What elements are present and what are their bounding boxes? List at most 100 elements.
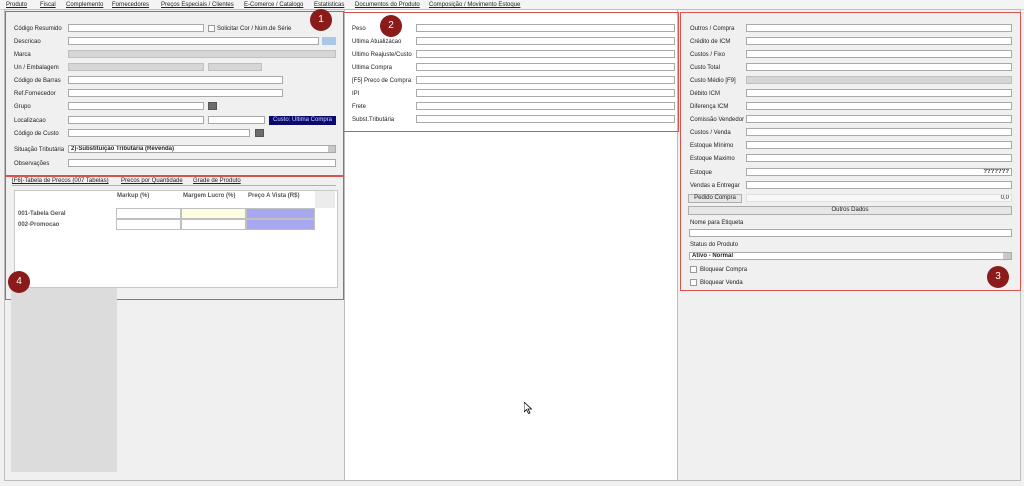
marca-input[interactable] <box>68 50 336 58</box>
frete-input[interactable] <box>416 102 675 110</box>
bloquear-venda-label: Bloquear Venda <box>700 280 743 286</box>
preco-compra-label: [F5] Preco de Compra <box>352 78 412 84</box>
status-produto-label: Status do Produto <box>690 242 739 248</box>
grupo-label: Grupo <box>14 104 31 110</box>
frete-label: Frete <box>352 104 367 110</box>
table-cell-markup-2[interactable] <box>116 219 181 230</box>
vendas-entregar-label: Vendas a Entregar <box>690 183 740 189</box>
table-row-label-1: 001-Tabela Geral <box>18 211 66 217</box>
marca-label: Marca <box>14 52 31 58</box>
custos-fixo-input[interactable] <box>746 50 1012 58</box>
pedido-compra-button[interactable]: Pedido Compra <box>688 194 742 203</box>
credito-icm-input[interactable] <box>746 37 1012 45</box>
observacoes-input[interactable] <box>68 159 336 167</box>
custos-venda-input[interactable] <box>746 128 1012 136</box>
menu-fiscal[interactable]: Fiscal <box>40 2 56 8</box>
menu-ecomerce[interactable]: E-Comerce / Catalogo <box>244 2 303 8</box>
status-dropdown-icon[interactable] <box>1003 253 1011 259</box>
menu-estatisticas[interactable]: Estatisticas <box>314 2 344 8</box>
grupo-search-icon[interactable] <box>208 102 217 110</box>
table-cell-margem-2[interactable] <box>181 219 246 230</box>
descricao-label: Descricao <box>14 39 41 45</box>
diferenca-icm-label: Diferença ICM <box>690 104 729 110</box>
menu-composicao[interactable]: Composição / Movimento Estoque <box>429 2 520 8</box>
badge-3: 3 <box>987 266 1009 288</box>
table-cell-preco-1[interactable] <box>246 208 315 219</box>
comissao-vendedor-label: Comissão Vendedor <box>690 117 745 123</box>
preco-compra-input[interactable] <box>416 76 675 84</box>
grupo-input[interactable] <box>68 102 204 110</box>
menu-produto[interactable]: Produto <box>6 2 27 8</box>
estoque-input[interactable]: ??????? <box>746 168 1012 176</box>
codigo-barras-input[interactable] <box>68 76 283 84</box>
custo-ultima-compra-button[interactable]: Custo: Ultima Compra <box>269 116 336 125</box>
custo-total-input[interactable] <box>746 63 1012 71</box>
debito-icm-input[interactable] <box>746 89 1012 97</box>
comissao-vendedor-input[interactable] <box>746 115 1012 123</box>
codigo-resumido-input[interactable] <box>68 24 204 32</box>
custos-venda-label: Custos / Venda <box>690 130 731 136</box>
bloquear-compra-checkbox[interactable] <box>690 266 697 273</box>
ipi-input[interactable] <box>416 89 675 97</box>
ultima-compra-label: Ultima Compra <box>352 65 393 71</box>
menu-precos-especiais[interactable]: Preços Especiais / Clientes <box>161 2 234 8</box>
peso-input[interactable] <box>416 24 675 32</box>
ref-fornecedor-input[interactable] <box>68 89 283 97</box>
estoque-minimo-label: Estoque Mínimo <box>690 143 734 149</box>
outros-compra-label: Outros / Compra <box>690 26 735 32</box>
custo-total-label: Custo Total <box>690 65 720 71</box>
subst-tributaria-input[interactable] <box>416 115 675 123</box>
diferenca-icm-input[interactable] <box>746 102 1012 110</box>
codigo-custo-label: Código de Custo <box>14 131 59 137</box>
ultima-atualizacao-label: Ultima Atualizacao <box>352 39 402 45</box>
menu-documentos[interactable]: Documentos do Produto <box>355 2 420 8</box>
outros-compra-input[interactable] <box>746 24 1012 32</box>
menu-complemento[interactable]: Complemento <box>66 2 103 8</box>
codigo-custo-search-icon[interactable] <box>255 129 264 137</box>
ref-fornecedor-label: Ref.Fornecedor <box>14 91 56 97</box>
vendas-entregar-input[interactable] <box>746 181 1012 189</box>
situacao-dropdown-icon[interactable] <box>328 146 335 152</box>
menu-fornecedores[interactable]: Fornecedores <box>112 2 149 8</box>
codigo-custo-input[interactable] <box>68 129 250 137</box>
solicitar-cor-checkbox[interactable] <box>208 25 215 32</box>
column-header-preco: Preço A Vista (R$) <box>248 193 300 199</box>
column-header-markup: Markup (%) <box>117 193 150 199</box>
embalagem-input[interactable] <box>208 63 262 71</box>
nome-etiqueta-label: Nome para Etiqueta <box>690 220 744 226</box>
left-gray-area <box>11 286 117 472</box>
unidade-input[interactable] <box>68 63 204 71</box>
estoque-minimo-input[interactable] <box>746 141 1012 149</box>
ultimo-reajuste-input[interactable] <box>416 50 675 58</box>
situacao-tributaria-select[interactable]: 2)-Substituição Tributária (Revenda) <box>68 145 336 153</box>
outros-dados-button[interactable]: Outros Dados <box>688 206 1012 215</box>
custo-medio-input[interactable] <box>746 76 1012 84</box>
localizacao-input-1[interactable] <box>68 116 204 124</box>
descricao-color-button[interactable] <box>322 37 336 45</box>
estoque-maximo-label: Estoque Maximo <box>690 156 735 162</box>
situacao-tributaria-label: Situação Tributária <box>14 147 65 153</box>
table-cell-preco-2[interactable] <box>246 219 315 230</box>
localizacao-label: Localizacao <box>14 118 46 124</box>
table-cell-markup-1[interactable] <box>116 208 181 219</box>
descricao-input[interactable] <box>68 37 319 45</box>
nome-etiqueta-input[interactable] <box>689 229 1012 237</box>
un-embalagem-label: Un / Embalagem <box>14 65 59 71</box>
status-produto-select[interactable]: Ativo - Normal <box>689 252 1012 260</box>
codigo-barras-label: Código de Barras <box>14 78 61 84</box>
table-cell-margem-1[interactable] <box>181 208 246 219</box>
observacoes-label: Observações <box>14 161 50 167</box>
badge-4: 4 <box>8 271 30 293</box>
ultimo-reajuste-label: Ultimo Reajuste/Custo <box>352 52 412 58</box>
debito-icm-label: Débito ICM <box>690 91 721 97</box>
ultima-atualizacao-input[interactable] <box>416 37 675 45</box>
tab-divider <box>12 185 336 186</box>
custos-fixo-label: Custos / Fixo <box>690 52 726 58</box>
localizacao-input-2[interactable] <box>208 116 265 124</box>
ultima-compra-input[interactable] <box>416 63 675 71</box>
estoque-maximo-input[interactable] <box>746 154 1012 162</box>
bloquear-venda-checkbox[interactable] <box>690 279 697 286</box>
column-header-margem: Margem Lucro (%) <box>183 193 236 199</box>
badge-2: 2 <box>380 15 402 37</box>
price-table <box>14 190 338 288</box>
